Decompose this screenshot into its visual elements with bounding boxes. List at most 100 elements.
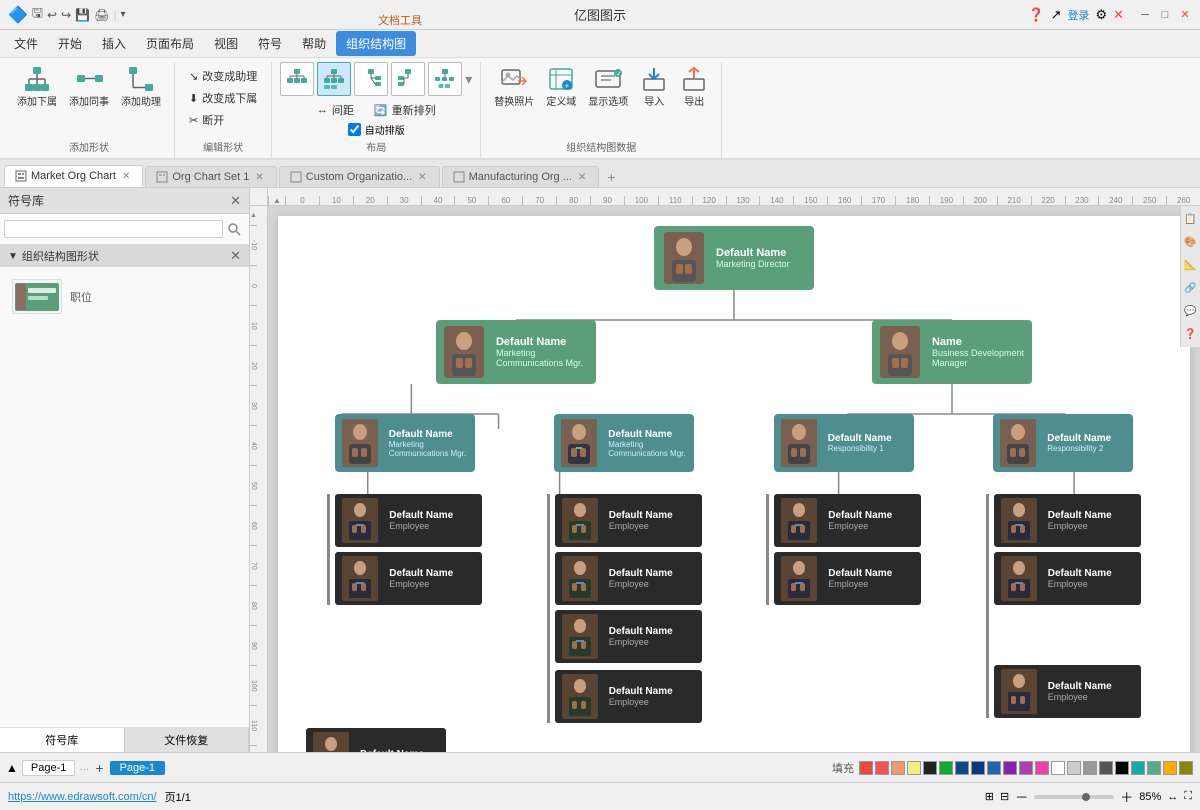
color-swatch-dark2[interactable] (955, 761, 969, 775)
page-name-tab[interactable]: Page-1 (22, 760, 75, 776)
color-swatch-yellow[interactable] (1163, 761, 1177, 775)
layout-icon-1[interactable] (280, 62, 314, 96)
node-emp-4-2[interactable]: Default Name Employee (994, 552, 1141, 605)
node-l2-3[interactable]: Default Name Responsibility 1 (774, 414, 914, 472)
color-swatch-dgray[interactable] (1099, 761, 1113, 775)
menu-insert[interactable]: 插入 (92, 31, 136, 56)
node-emp-1-2[interactable]: Default Name Employee (335, 552, 482, 605)
quick-access-more[interactable]: ▾ (120, 9, 125, 20)
replace-photo-btn[interactable]: 替换照片 (489, 62, 539, 111)
redo-btn[interactable]: ↪ (61, 8, 71, 22)
layout-icon-3[interactable] (354, 62, 388, 96)
win-close[interactable]: ✕ (1178, 8, 1192, 22)
auto-layout-checkbox[interactable] (348, 123, 361, 136)
right-panel-btn-2[interactable]: 🎨 (1182, 233, 1200, 251)
node-l2-2[interactable]: Default Name MarketingCommunications Mgr… (554, 414, 694, 472)
display-options-btn[interactable]: ✓ 显示选项 (583, 62, 633, 111)
add-page-btn[interactable]: + (95, 760, 103, 776)
close-x-icon[interactable]: ✕ (1113, 7, 1124, 23)
menu-orgchart[interactable]: 组织结构图 (336, 31, 416, 56)
node-emp-4-1[interactable]: Default Name Employee (994, 494, 1141, 547)
node-emp-2-3[interactable]: Default Name Employee (555, 610, 702, 663)
share-icon[interactable]: ↗ (1051, 7, 1062, 23)
node-emp-4-3[interactable]: Default Name Employee (994, 665, 1141, 718)
sidebar-tab-symbols[interactable]: 符号库 (0, 728, 125, 752)
color-swatch-teal[interactable] (1131, 761, 1145, 775)
disconnect-btn[interactable]: ✂ 断开 (183, 110, 263, 130)
tab-custom-org[interactable]: Custom Organizatio... ✕ (279, 166, 440, 187)
color-swatch-pink[interactable] (1035, 761, 1049, 775)
color-swatch-mgray[interactable] (1083, 761, 1097, 775)
add-subordinate-btn[interactable]: 添加下属 (12, 62, 62, 111)
node-emp-3-1[interactable]: Default Name Employee (774, 494, 921, 547)
right-panel-btn-3[interactable]: 📐 (1182, 256, 1200, 274)
right-panel-btn-1[interactable]: 📋 (1182, 210, 1200, 228)
spacing-btn[interactable]: ↔ 间距 (311, 100, 360, 120)
layout-icon-2[interactable] (317, 62, 351, 96)
zoom-slider[interactable] (1034, 795, 1114, 799)
change-to-assistant-btn[interactable]: ↘ 改变成助理 (183, 66, 263, 86)
layout-icon-5[interactable] (428, 62, 462, 96)
color-swatch-red[interactable] (859, 761, 873, 775)
page-prev-btn[interactable]: ▲ (6, 761, 18, 775)
node-l2-1[interactable]: Default Name MarketingCommunications Mgr… (335, 414, 475, 472)
menu-start[interactable]: 开始 (48, 31, 92, 56)
color-swatch-white[interactable] (1051, 761, 1065, 775)
fullscreen-btn[interactable]: ⛶ (1184, 790, 1192, 803)
tab-manufacturing-close[interactable]: ✕ (576, 172, 588, 183)
current-page-tab[interactable]: Page-1 (110, 761, 165, 775)
color-swatch-green[interactable] (1147, 761, 1161, 775)
print-btn[interactable]: 🖨 (94, 8, 109, 22)
canvas[interactable]: Default Name Marketing Director (278, 216, 1190, 752)
node-marketing-comms-mgr[interactable]: Default Name MarketingCommunications Mgr… (436, 320, 596, 384)
color-swatch-blue[interactable] (987, 761, 1001, 775)
layout-more-btn[interactable]: ▾ (465, 71, 472, 88)
zoom-in-btn[interactable]: ＋ (1120, 787, 1133, 806)
color-swatch-dark1[interactable] (939, 761, 953, 775)
node-emp-2-1[interactable]: Default Name Employee (555, 494, 702, 547)
tab-orgset1[interactable]: Org Chart Set 1 ✕ (145, 166, 276, 187)
node-emp-1-1[interactable]: Default Name Employee (335, 494, 482, 547)
node-marketing-director[interactable]: Default Name Marketing Director (654, 226, 814, 290)
layout-icon-4[interactable] (391, 62, 425, 96)
right-panel-btn-4[interactable]: 🔗 (1182, 279, 1200, 297)
node-emp-partial[interactable]: Default Name (306, 728, 446, 752)
tab-market-close[interactable]: ✕ (120, 171, 132, 182)
right-panel-btn-5[interactable]: 💬 (1182, 302, 1200, 320)
color-swatch-violet[interactable] (1019, 761, 1033, 775)
menu-file[interactable]: 文件 (4, 31, 48, 56)
sidebar-shape-position[interactable]: 职位 (8, 275, 241, 318)
color-swatch-lgray[interactable] (1067, 761, 1081, 775)
color-swatch-yellow-red[interactable] (907, 761, 921, 775)
win-min[interactable]: ─ (1138, 8, 1152, 22)
undo-btn[interactable]: ↩ (47, 8, 57, 22)
quick-save[interactable]: 🖫 (32, 4, 43, 26)
menu-help[interactable]: 帮助 (292, 31, 336, 56)
settings-icon[interactable]: ⚙ (1095, 7, 1107, 23)
color-swatch-orange-red[interactable] (875, 761, 889, 775)
win-max[interactable]: □ (1158, 8, 1172, 22)
canvas-area[interactable]: ▲ 0 10 20 30 40 50 60 70 80 90 100 110 1… (250, 188, 1200, 752)
add-tab-btn[interactable]: + (601, 167, 621, 187)
view-fit-btn[interactable]: ⊟ (1000, 790, 1009, 803)
save-btn[interactable]: 💾 (75, 8, 90, 22)
sidebar-search-btn[interactable] (223, 218, 245, 240)
add-colleague-btn[interactable]: 添加同事 (64, 62, 114, 111)
define-field-btn[interactable]: + 定义域 (541, 62, 581, 111)
tab-market-org[interactable]: Market Org Chart ✕ (4, 165, 143, 187)
export-btn[interactable]: 导出 (675, 62, 713, 111)
node-bizdev-mgr[interactable]: Name Business DevelopmentManager (872, 320, 1032, 384)
sidebar-section-close[interactable]: ✕ (230, 248, 241, 264)
color-swatch-olive[interactable] (1179, 761, 1193, 775)
color-swatch-purple[interactable] (1003, 761, 1017, 775)
color-swatch-dark-blue[interactable] (971, 761, 985, 775)
rearrange-btn[interactable]: 🔄 重新排列 (368, 100, 442, 120)
color-swatch-black1[interactable] (923, 761, 937, 775)
login-btn[interactable]: 登录 (1067, 7, 1089, 23)
help-icon[interactable]: ❓ (1028, 7, 1044, 23)
color-swatch-orange[interactable] (891, 761, 905, 775)
sidebar-close-btn[interactable]: ✕ (230, 193, 241, 209)
sidebar-tab-recovery[interactable]: 文件恢复 (125, 728, 250, 752)
import-btn[interactable]: 导入 (635, 62, 673, 111)
zoom-out-btn[interactable]: － (1015, 787, 1028, 806)
